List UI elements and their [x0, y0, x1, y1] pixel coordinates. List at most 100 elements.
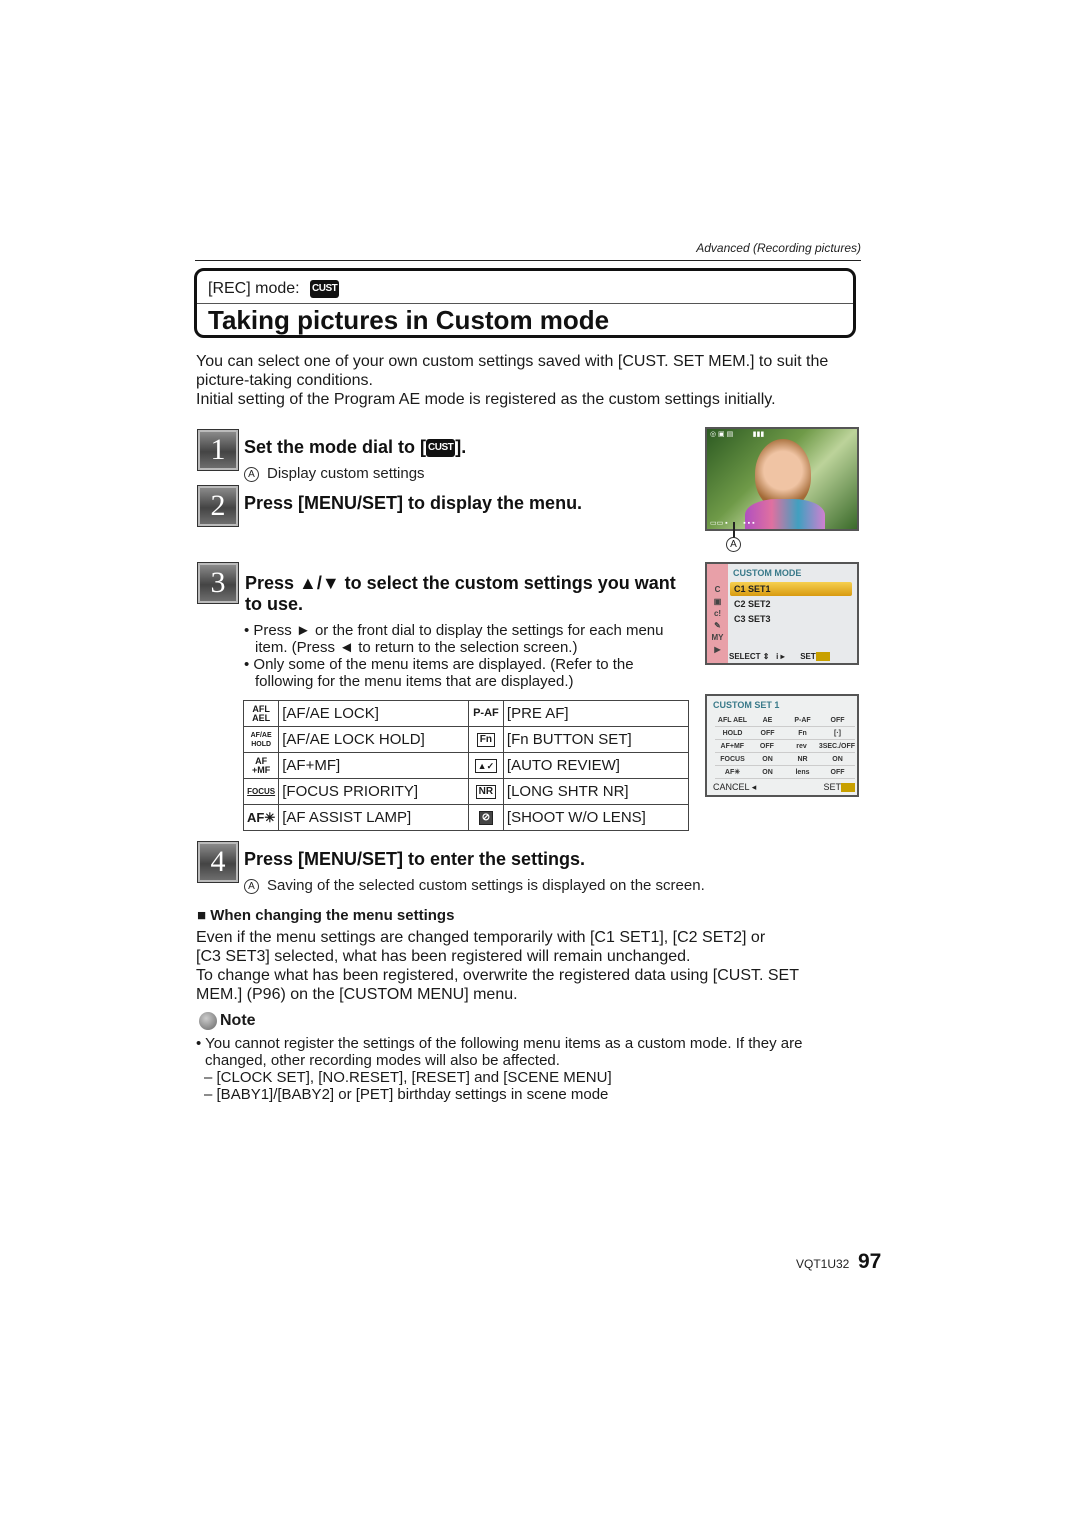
my-menu-tab-icon: MY [711, 633, 724, 642]
note-text: [CLOCK SET], [NO.RESET], [RESET] and [SC… [216, 1069, 612, 1086]
select-hint: SELECT [729, 652, 761, 661]
step-3-title-line: Press ▲/▼ to select the custom settings … [245, 573, 676, 593]
setting-icon: rev [796, 742, 807, 750]
step-1-title: Set the mode dial to [CUST]. [244, 437, 466, 458]
fn-label: Fn [476, 732, 496, 747]
cust-mode-icon: CUST [310, 280, 340, 298]
rec-mode-row: [REC] mode: CUST [197, 271, 853, 304]
menu-items-table: AFL AEL [AF/AE LOCK] P-AF [PRE AF] AF/AE… [242, 700, 690, 831]
table-cell: [AF ASSIST LAMP] [278, 804, 469, 831]
cancel-hint: CANCEL [713, 782, 750, 792]
intro-paragraph: You can select one of your own custom se… [196, 352, 866, 409]
setting-value: OFF [759, 742, 774, 750]
setting-icon: Fn [798, 729, 807, 737]
table-row: AF +MF [AF+MF] ▲✓ [AUTO REVIEW] [242, 752, 690, 779]
setting-icon: HOLD [722, 729, 743, 737]
section-caption: Advanced (Recording pictures) [696, 241, 861, 255]
bullet-text: Press ► or the front dial to display the… [253, 622, 664, 639]
setting-value: [·] [834, 729, 841, 737]
bullet-item: • Press ► or the front dial to display t… [244, 622, 664, 639]
table-cell: [AUTO REVIEW] [502, 752, 690, 779]
setting-icon: NR [797, 755, 808, 763]
callout-a-marker: A [244, 878, 259, 894]
custom-set-title: CUSTOM SET 1 [713, 700, 780, 710]
setting-value: OFF [760, 729, 775, 737]
note-pencil-icon [199, 1012, 217, 1030]
auto-review-icon: ▲✓ [467, 752, 504, 779]
setting-row: AF+MF OFF rev 3SEC./OFF [715, 740, 855, 753]
rec-tab-icon: ▣ [713, 597, 722, 606]
table-row: AF✳ [AF ASSIST LAMP] ⊘ [SHOOT W/O LENS] [242, 804, 690, 831]
custom-menu-tab-icon: c! [713, 609, 722, 618]
set-hint: SET [800, 652, 816, 661]
live-view-screen: ◎ ▣ ▤ ▮▮▮ ▭▭ ▪ ▪ ▪ ▪ [705, 427, 859, 531]
note-heading: Note [199, 1012, 256, 1030]
setting-icon: lens [795, 768, 810, 776]
custom-set-footer: CANCEL ◂ SET [713, 782, 855, 793]
step-4-note-text: Saving of the selected custom settings i… [267, 877, 705, 894]
step-1-title-text: Set the mode dial to [ [244, 437, 427, 457]
setup-tab-icon: ✎ [714, 621, 721, 630]
setting-row: AF✳ ON lens OFF [715, 766, 855, 779]
note-text: [BABY1]/[BABY2] or [PET] birthday settin… [216, 1086, 609, 1103]
step-number-3: 3 [198, 563, 238, 603]
note-dash-item: – [CLOCK SET], [NO.RESET], [RESET] and [… [204, 1069, 612, 1086]
intro-line: You can select one of your own custom se… [196, 353, 829, 370]
custom-mode-footer: SELECT ⇕ i ▸ SET [729, 652, 830, 662]
custom-set-grid: AFL AEL AE P-AF OFF HOLD OFF Fn [·] AF+MF OFF re… [715, 714, 855, 779]
body-line: Even if the menu settings are changed te… [196, 929, 766, 946]
body-line: To change what has been registered, over… [196, 967, 799, 984]
pre-af-icon: P-AF [467, 700, 504, 727]
focus-priority-icon: FOCUS [242, 778, 280, 805]
custom-set-2[interactable]: C2 SET2 [734, 599, 771, 609]
setting-value: ON [832, 755, 843, 763]
step-4-title: Press [MENU/SET] to enter the settings. [244, 849, 586, 869]
setting-row: HOLD OFF Fn [·] [715, 727, 855, 740]
table-cell: [AF/AE LOCK] [278, 700, 469, 727]
changing-section-body: Even if the menu settings are changed te… [196, 928, 866, 1004]
page-number: 97 [858, 1250, 882, 1273]
step-number-1: 1 [198, 430, 238, 470]
step-3-bullets: • Press ► or the front dial to display t… [244, 622, 694, 690]
note-body: • You cannot register the settings of th… [196, 1035, 876, 1103]
setting-value: 3SEC./OFF [818, 742, 856, 750]
note-dash-item: – [BABY1]/[BABY2] or [PET] birthday sett… [204, 1086, 609, 1103]
setting-icon: AFL AEL [717, 716, 748, 724]
table-cell: [Fn BUTTON SET] [502, 726, 690, 753]
callout-a-marker: A [726, 537, 741, 552]
document-code: VQT1U32 [796, 1257, 850, 1271]
setting-value: ON [762, 755, 773, 763]
step-number-2: 2 [198, 486, 238, 526]
custom-set-1[interactable]: C1 SET1 [734, 584, 771, 594]
note-text: changed, other recording modes will also… [205, 1052, 560, 1069]
note-heading-text: Note [220, 1012, 256, 1030]
menu-side-tabs: C ▣ c! ✎ MY ▶ [707, 564, 728, 663]
set-hint: SET [823, 782, 841, 792]
step-number-4: 4 [198, 842, 238, 882]
intro-line: picture-taking conditions. [196, 372, 373, 389]
table-cell: [FOCUS PRIORITY] [278, 778, 469, 805]
changing-section-heading: ■ When changing the menu settings [197, 907, 454, 924]
nr-label: NR [475, 784, 497, 799]
callout-pointer [733, 522, 735, 538]
callout-a-marker: A [244, 466, 259, 482]
table-cell: [PRE AF] [502, 700, 690, 727]
step-1-title-suffix: ]. [455, 437, 467, 457]
bullet-item: • Only some of the menu items are displa… [244, 656, 634, 673]
custom-set-3[interactable]: C3 SET3 [734, 614, 771, 624]
table-cell: [AF/AE LOCK HOLD] [278, 726, 469, 753]
setting-icon: AF+MF [720, 742, 745, 750]
step-2-title: Press [MENU/SET] to display the menu. [244, 493, 583, 513]
setting-row: AFL AEL AE P-AF OFF [715, 714, 855, 727]
step-3-title: Press ▲/▼ to select the custom settings … [245, 573, 676, 615]
step-4-note: A Saving of the selected custom settings … [244, 877, 705, 894]
table-cell: [SHOOT W/O LENS] [502, 804, 690, 831]
table-row: FOCUS [FOCUS PRIORITY] NR [LONG SHTR NR] [242, 778, 690, 805]
square-bullet-icon: ■ [197, 907, 207, 924]
custom-set-screen: CUSTOM SET 1 AFL AEL AE P-AF OFF HOLD OFF Fn [… [705, 694, 859, 797]
note-bullet: • You cannot register the settings of th… [196, 1035, 803, 1052]
step-1-note-text: Display custom settings [267, 465, 425, 482]
custom-tab-icon: C [714, 585, 721, 594]
subject-body [745, 499, 825, 529]
page-title: Taking pictures in Custom mode [208, 305, 610, 335]
